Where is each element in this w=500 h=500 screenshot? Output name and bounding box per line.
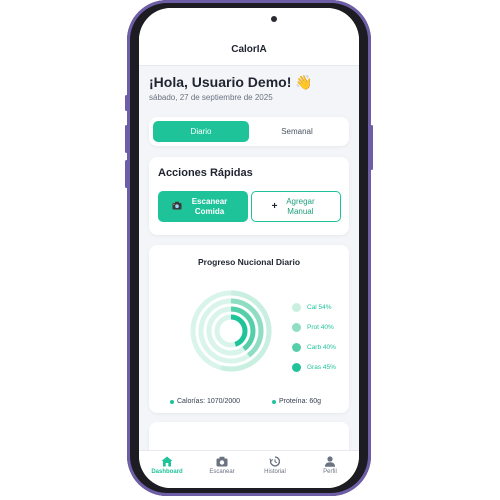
nav-dashboard[interactable]: Dashboard (142, 456, 192, 475)
legend-dot (292, 322, 301, 332)
legend-item: Carb 40% (292, 337, 336, 357)
plus-icon: + (271, 200, 278, 212)
camera-icon (172, 201, 182, 213)
app-title: CalorIA (231, 44, 267, 55)
add-manual-label: Agregar Manual (286, 196, 315, 216)
greeting-text: ¡Hola, Usuario Demo! (149, 74, 292, 90)
progress-legend: Cal 54% Prot 40% Carb 40% Gras 45% (292, 297, 336, 377)
progress-title: Progreso Nucional Diario (197, 257, 301, 267)
legend-label: Cal 54% (307, 303, 332, 311)
nav-historial[interactable]: Historial (250, 456, 300, 475)
bottom-navigation: Dashboard Escanear Historial Perfil (139, 450, 359, 488)
side-button-left-2 (125, 125, 128, 153)
legend-label: Carb 40% (307, 343, 336, 351)
front-camera (271, 16, 277, 22)
scan-food-button[interactable]: Escanear Comida (158, 191, 248, 222)
nav-escanear-label: Escanear (209, 469, 235, 475)
quick-actions-title: Acciones Rápidas (158, 167, 253, 179)
legend-dot (292, 302, 301, 312)
waving-hand-icon: 👋 (295, 74, 313, 90)
nav-escanear[interactable]: Escanear (197, 456, 247, 475)
app-header: CalorIA (139, 8, 359, 66)
nutrition-progress-card: Progreso Nucional Diario Cal 54% Prot 40%… (149, 245, 349, 413)
progress-rings (190, 290, 272, 372)
protein-summary: Proteína: 60g (272, 398, 321, 405)
nav-historial-label: Historial (264, 469, 286, 475)
nav-dashboard-label: Dashboard (151, 469, 183, 475)
camera-icon (216, 456, 228, 467)
add-manual-button[interactable]: + Agregar Manual (251, 191, 341, 222)
nav-perfil-label: Perfil (323, 469, 337, 475)
side-button-left-3 (125, 160, 128, 188)
calories-dot (170, 399, 174, 404)
side-button-right (370, 125, 373, 170)
quick-actions-card: Acciones Rápidas Escanear Comida + Agreg… (149, 157, 349, 235)
user-icon (325, 456, 335, 467)
tab-diario[interactable]: Diario (153, 121, 249, 142)
protein-dot (272, 399, 276, 404)
protein-text: Proteína: 60g (279, 398, 322, 405)
home-icon (161, 456, 173, 467)
period-tabs: Diario Semanal (149, 117, 349, 146)
legend-item: Gras 45% (292, 357, 336, 377)
history-icon (269, 456, 281, 467)
tab-semanal[interactable]: Semanal (249, 121, 345, 142)
legend-label: Prot 40% (307, 323, 334, 331)
legend-item: Prot 40% (292, 317, 336, 337)
side-button-left-1 (125, 95, 128, 111)
legend-dot (292, 342, 301, 352)
current-date: sábado, 27 de septiembre de 2025 (149, 93, 273, 102)
calories-summary: Calorías: 1070/2000 (170, 398, 240, 405)
scan-food-label: Escanear Comida (191, 196, 228, 216)
greeting-heading: ¡Hola, Usuario Demo! 👋 (149, 74, 313, 91)
calories-text: Calorías: 1070/2000 (177, 398, 241, 405)
legend-dot (292, 362, 301, 372)
nav-perfil[interactable]: Perfil (305, 456, 355, 475)
legend-item: Cal 54% (292, 297, 336, 317)
app-screen: CalorIA ¡Hola, Usuario Demo! 👋 sábado, 2… (139, 8, 359, 488)
legend-label: Gras 45% (307, 363, 336, 371)
